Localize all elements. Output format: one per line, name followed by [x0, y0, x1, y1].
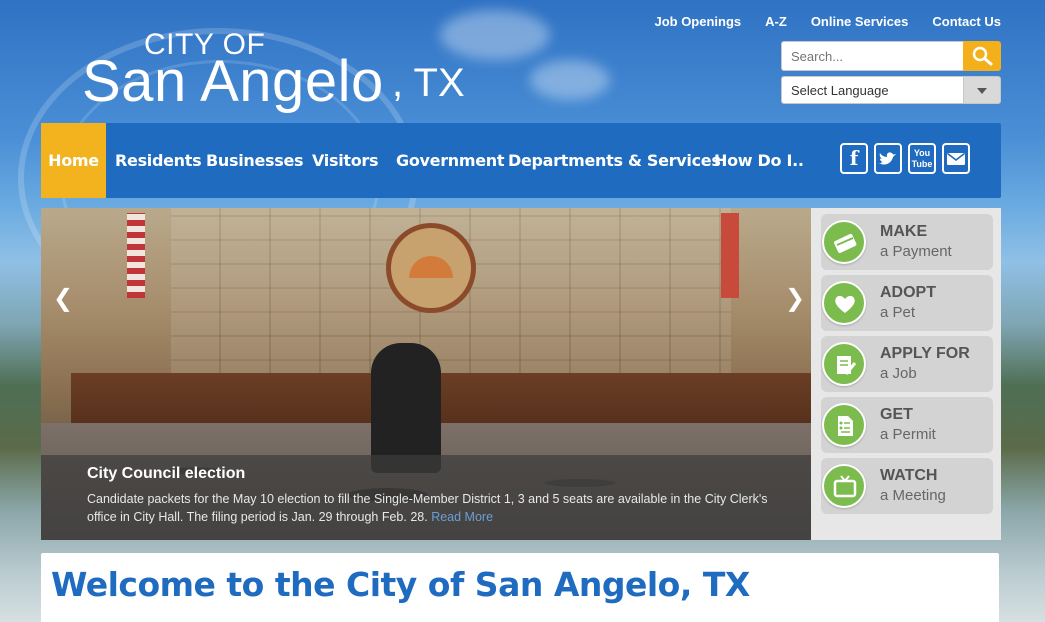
- online-services-link[interactable]: Online Services: [811, 14, 909, 29]
- quick-link-make-payment-object: a Payment: [880, 243, 952, 260]
- slide-title[interactable]: City Council election: [87, 465, 245, 483]
- nav-government[interactable]: Government: [396, 123, 505, 198]
- email-icon[interactable]: [942, 143, 970, 174]
- slider-next-arrow[interactable]: ❯: [785, 284, 805, 312]
- language-select[interactable]: Select Language: [781, 76, 1001, 104]
- youtube-icon[interactable]: You Tube: [908, 143, 936, 174]
- chevron-down-icon: [977, 88, 987, 94]
- pet-heart-icon: [822, 281, 866, 325]
- quick-link-apply-job-verb: APPLY FOR: [880, 345, 970, 362]
- search-button[interactable]: [963, 41, 1001, 71]
- nav-how-do-i[interactable]: How Do I..: [714, 123, 804, 198]
- search-input[interactable]: [781, 41, 963, 71]
- twitter-icon[interactable]: [874, 143, 902, 174]
- logo-state: , TX: [392, 61, 465, 105]
- quick-link-apply-job[interactable]: APPLY FOR a Job: [821, 336, 993, 392]
- quick-link-adopt-pet-object: a Pet: [880, 304, 916, 321]
- payment-card-icon: [822, 220, 866, 264]
- quick-link-adopt-pet[interactable]: ADOPT a Pet: [821, 275, 993, 331]
- search-box: [781, 41, 1001, 71]
- envelope-glyph: [947, 152, 965, 165]
- welcome-section: Welcome to the City of San Angelo, TX: [41, 553, 999, 622]
- contact-us-link[interactable]: Contact Us: [932, 14, 1001, 29]
- quick-link-adopt-pet-verb: ADOPT: [880, 284, 936, 301]
- quick-link-make-payment-verb: MAKE: [880, 223, 928, 240]
- slide-photo-texas-flag: [721, 213, 739, 298]
- permit-document-icon: [822, 403, 866, 447]
- slide-photo-us-flag: [127, 213, 145, 298]
- nav-departments-services[interactable]: Departments & Services: [508, 123, 721, 198]
- facebook-icon[interactable]: f: [840, 143, 868, 174]
- nav-home[interactable]: Home: [41, 123, 106, 198]
- top-links: Job Openings A-Z Online Services Contact…: [654, 14, 1001, 29]
- slide-description-text: Candidate packets for the May 10 electio…: [87, 492, 768, 524]
- slider-prev-arrow[interactable]: ❮: [53, 284, 73, 312]
- read-more-link[interactable]: Read More: [431, 510, 493, 524]
- language-select-label: Select Language: [781, 76, 964, 104]
- quick-link-watch-meeting-verb: WATCH: [880, 467, 938, 484]
- main-nav: Home Residents Businesses Visitors Gover…: [41, 123, 1001, 198]
- logo-city-name: San Angelo: [82, 49, 384, 114]
- tv-icon: [822, 464, 866, 508]
- quick-link-make-payment[interactable]: MAKE a Payment: [821, 214, 993, 270]
- nav-businesses[interactable]: Businesses: [206, 123, 304, 198]
- nav-visitors[interactable]: Visitors: [312, 123, 379, 198]
- slide-photo-speaker: [371, 343, 441, 473]
- twitter-bird-glyph: [879, 152, 896, 165]
- quick-link-get-permit-verb: GET: [880, 406, 913, 423]
- a-z-link[interactable]: A-Z: [765, 14, 787, 29]
- nav-residents[interactable]: Residents: [115, 123, 202, 198]
- language-dropdown-button[interactable]: [964, 76, 1001, 104]
- quick-link-get-permit-object: a Permit: [880, 426, 936, 443]
- page-title: Welcome to the City of San Angelo, TX: [51, 565, 750, 604]
- slide-caption: City Council election Candidate packets …: [41, 455, 811, 540]
- cloud-decoration: [440, 10, 550, 60]
- cloud-decoration: [530, 60, 610, 100]
- search-icon: [972, 46, 993, 66]
- hero-slider[interactable]: City Council election Candidate packets …: [41, 208, 811, 540]
- quick-link-apply-job-object: a Job: [880, 365, 917, 382]
- quick-link-get-permit[interactable]: GET a Permit: [821, 397, 993, 453]
- quick-links-panel: MAKE a Payment ADOPT a Pet APPLY FOR a J…: [811, 208, 1001, 540]
- job-openings-link[interactable]: Job Openings: [654, 14, 741, 29]
- job-application-icon: [822, 342, 866, 386]
- slide-photo-city-emblem: [386, 223, 476, 313]
- quick-link-watch-meeting-object: a Meeting: [880, 487, 946, 504]
- quick-link-watch-meeting[interactable]: WATCH a Meeting: [821, 458, 993, 514]
- slide-description: Candidate packets for the May 10 electio…: [87, 490, 777, 526]
